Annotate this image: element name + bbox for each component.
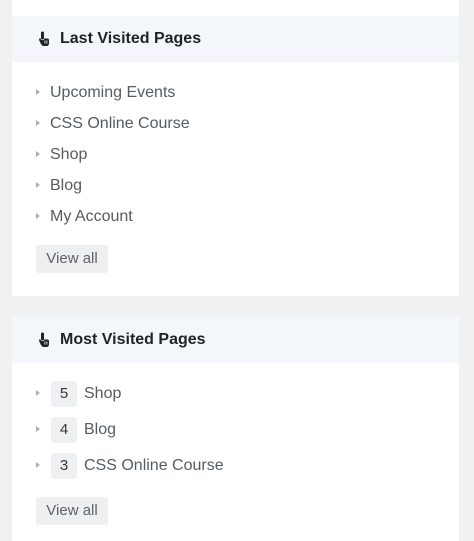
caret-right-icon: [36, 182, 40, 188]
caret-right-icon: [36, 120, 40, 126]
list-item[interactable]: Shop: [12, 142, 459, 168]
list-item[interactable]: Blog: [12, 173, 459, 199]
last-visited-title: Last Visited Pages: [60, 30, 202, 47]
pointing-hand-icon: [39, 31, 49, 46]
list-item[interactable]: 3 CSS Online Course: [12, 453, 459, 479]
list-item-link[interactable]: Blog: [84, 420, 116, 440]
list-item[interactable]: 5 Shop: [12, 381, 459, 407]
list-item-link[interactable]: CSS Online Course: [84, 456, 224, 476]
list-item-link[interactable]: My Account: [50, 207, 133, 227]
last-visited-view-all-button[interactable]: View all: [36, 245, 108, 273]
list-item[interactable]: Upcoming Events: [12, 80, 459, 106]
list-item[interactable]: CSS Online Course: [12, 111, 459, 137]
list-item-link[interactable]: Upcoming Events: [50, 83, 175, 103]
visit-count-badge: 4: [51, 417, 77, 443]
list-item-link[interactable]: Blog: [50, 176, 82, 196]
list-item[interactable]: My Account: [12, 204, 459, 230]
most-visited-view-all-button[interactable]: View all: [36, 497, 108, 525]
caret-right-icon: [36, 213, 40, 219]
caret-right-icon: [36, 390, 40, 396]
most-visited-title: Most Visited Pages: [60, 331, 206, 348]
caret-right-icon: [36, 462, 40, 468]
visit-count-badge: 5: [51, 381, 77, 407]
pointing-hand-icon: [39, 332, 49, 347]
caret-right-icon: [36, 426, 40, 432]
last-visited-header: Last Visited Pages: [12, 16, 459, 62]
visit-count-badge: 3: [51, 453, 77, 479]
most-visited-header: Most Visited Pages: [12, 317, 459, 363]
caret-right-icon: [36, 89, 40, 95]
list-item[interactable]: 4 Blog: [12, 417, 459, 443]
list-item-link[interactable]: Shop: [84, 384, 121, 404]
list-item-link[interactable]: CSS Online Course: [50, 114, 190, 134]
list-item-link[interactable]: Shop: [50, 145, 87, 165]
most-visited-widget: Most Visited Pages 5 Shop 4 Blog 3 CSS O…: [12, 317, 459, 541]
last-visited-widget: Last Visited Pages Upcoming Events CSS O…: [12, 0, 459, 296]
caret-right-icon: [36, 151, 40, 157]
